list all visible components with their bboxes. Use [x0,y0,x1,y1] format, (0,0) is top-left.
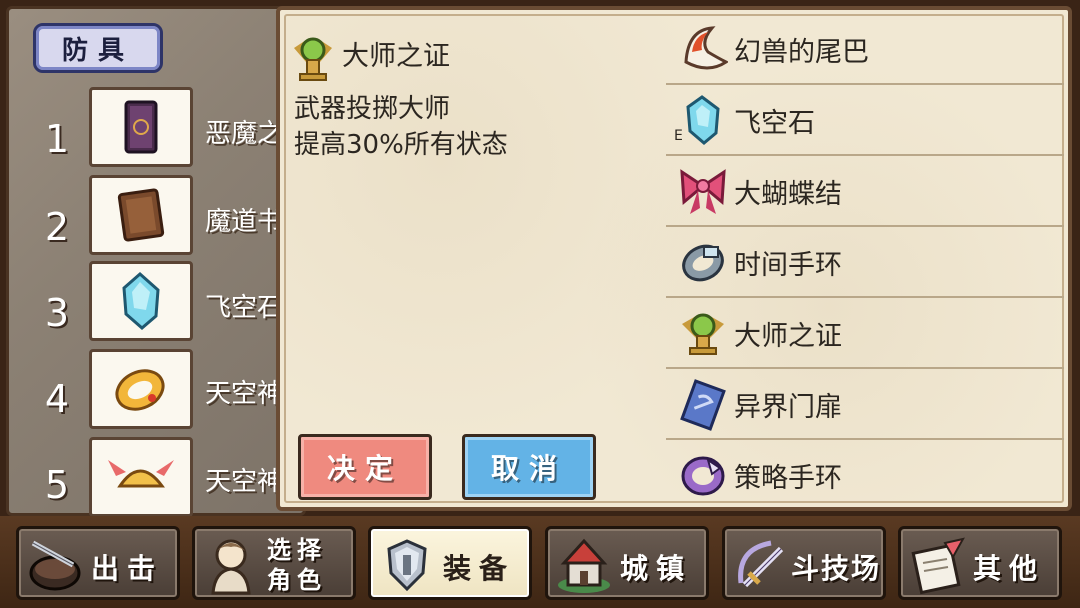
nav-label: 选择角色 [267,536,327,594]
demon-book-icon [124,100,158,154]
equipment-item[interactable]: 大师之证 [666,298,1064,369]
detail-title: 大师之证 [342,41,450,72]
otherworld-gate-icon [680,379,726,431]
slot-number: 4 [44,377,70,421]
slot-card-2[interactable] [89,175,193,255]
slot-card-4[interactable] [89,349,193,429]
equipment-label: 异界门扉 [734,392,842,423]
detail-description: 武器投掷大师 [294,94,451,124]
slot-card-1[interactable] [89,87,193,167]
slot-name: 魔道书 [205,207,283,237]
nav-equipment-button[interactable]: 装备 [368,526,532,600]
nav-label: 城镇 [620,552,693,585]
equipment-item[interactable]: 飞空石 [666,85,1064,156]
armor-icon [387,539,427,592]
nav-label: 装备 [443,552,516,585]
bottom-nav-bar: 出击 选择角色 装备 城镇 斗技场 其他 [0,516,1080,608]
equipment-item[interactable]: 时间手环 [666,227,1064,298]
time-bracelet-icon [682,244,724,282]
sortie-icon [29,540,81,591]
equipment-item[interactable]: 策略手环 [666,440,1064,511]
confirm-button[interactable]: 决定 [298,434,432,500]
equipment-item[interactable]: 异界门扉 [666,369,1064,440]
arena-icon [738,540,784,588]
nav-arena-button[interactable]: 斗技场 [722,526,886,600]
equipment-label: 大蝴蝶结 [734,179,842,210]
sky-stone-icon [122,272,160,330]
equipment-label: 大师之证 [734,321,842,352]
slot-number: 2 [44,205,70,249]
nav-other-button[interactable]: 其他 [898,526,1062,600]
slot-card-3[interactable] [89,261,193,341]
equipment-label: 飞空石 [734,108,815,139]
master-badge-icon [294,37,332,81]
cancel-button[interactable]: 取消 [462,434,596,500]
equipment-label: 幻兽的尾巴 [734,37,869,68]
slot-number: 5 [44,463,70,507]
slot-name: 飞空石 [205,293,283,323]
nav-character-select-button[interactable]: 选择角色 [192,526,356,600]
beast-tail-icon [684,26,728,70]
equipment-label: 时间手环 [734,250,842,281]
strategy-bracelet-icon [681,456,725,496]
nav-label: 斗技场 [791,552,882,585]
section-tab-armor[interactable]: 防具 [33,23,163,73]
nav-label: 出击 [91,552,164,585]
equipment-label: 策略手环 [734,463,842,494]
slot-name: 天空神 [205,467,283,497]
slot-card-5[interactable] [89,437,193,517]
big-ribbon-icon [680,169,726,214]
detail-effect: 提高30%所有状态 [294,130,508,160]
nav-town-button[interactable]: 城镇 [545,526,709,600]
nav-sortie-button[interactable]: 出击 [16,526,180,600]
winged-helmet-icon [108,460,174,488]
equipment-item[interactable]: 幻兽的尾巴 [666,14,1064,85]
sky-stone-icon [686,95,720,145]
master-badge-icon [682,313,724,355]
magic-tome-icon [117,188,165,242]
other-icon [911,537,965,595]
slot-number: 3 [44,291,70,335]
equipment-item[interactable]: 大蝴蝶结 [666,156,1064,227]
nav-label: 其他 [973,552,1046,585]
slot-number: 1 [44,117,70,161]
character-select-icon [211,539,251,595]
slot-name: 恶魔之 [205,119,283,149]
town-icon [558,538,610,593]
slot-name: 天空神 [205,379,283,409]
equipment-slot-list: 防具 1 恶魔之 2 魔道书 3 飞空石 4 天空神 5 天空神 [6,6,306,517]
sky-ring-icon [115,369,165,411]
equipment-select-popup: 大师之证 武器投掷大师 提高30%所有状态 决定 取消 E 幻兽的尾巴 飞空石 … [276,6,1072,511]
